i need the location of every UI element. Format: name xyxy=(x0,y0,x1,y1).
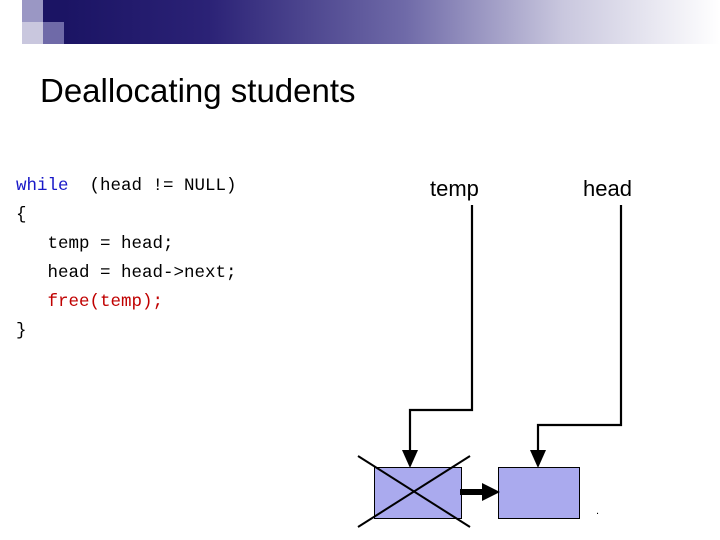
temp-pointer-arrowhead xyxy=(402,450,418,468)
head-node-box xyxy=(498,467,580,519)
header-band xyxy=(0,0,720,44)
header-square-1 xyxy=(0,0,22,22)
code-line: { xyxy=(16,201,237,230)
head-pointer-line xyxy=(536,205,623,452)
code-token: (head != NULL) xyxy=(68,176,237,196)
code-line: free(temp); xyxy=(16,288,237,317)
page-title: Deallocating students xyxy=(40,72,356,109)
code-line: while (head != NULL) xyxy=(16,172,237,201)
header-square-2 xyxy=(22,0,43,22)
header-square-3 xyxy=(43,0,64,22)
code-token: temp = head; xyxy=(16,234,174,254)
trailing-period: . xyxy=(596,505,600,517)
code-line: temp = head; xyxy=(16,230,237,259)
code-token: free(temp); xyxy=(16,292,164,312)
code-token: while xyxy=(16,176,69,196)
diagram-label-temp: temp xyxy=(430,176,479,201)
temp-node-box xyxy=(374,467,462,519)
code-block: while (head != NULL) { temp = head; head … xyxy=(16,172,237,346)
header-square-4 xyxy=(0,22,22,44)
header-gradient-bar xyxy=(64,0,720,44)
code-token: head = head->next; xyxy=(16,263,237,283)
header-square-5 xyxy=(22,22,43,44)
code-line: } xyxy=(16,317,237,346)
code-line: head = head->next; xyxy=(16,259,237,288)
diagram-label-head: head xyxy=(583,176,632,201)
code-token: { xyxy=(16,205,27,225)
header-square-6 xyxy=(43,22,64,44)
code-token: } xyxy=(16,321,27,341)
head-pointer-arrowhead xyxy=(530,450,546,468)
temp-pointer-line xyxy=(408,205,474,452)
